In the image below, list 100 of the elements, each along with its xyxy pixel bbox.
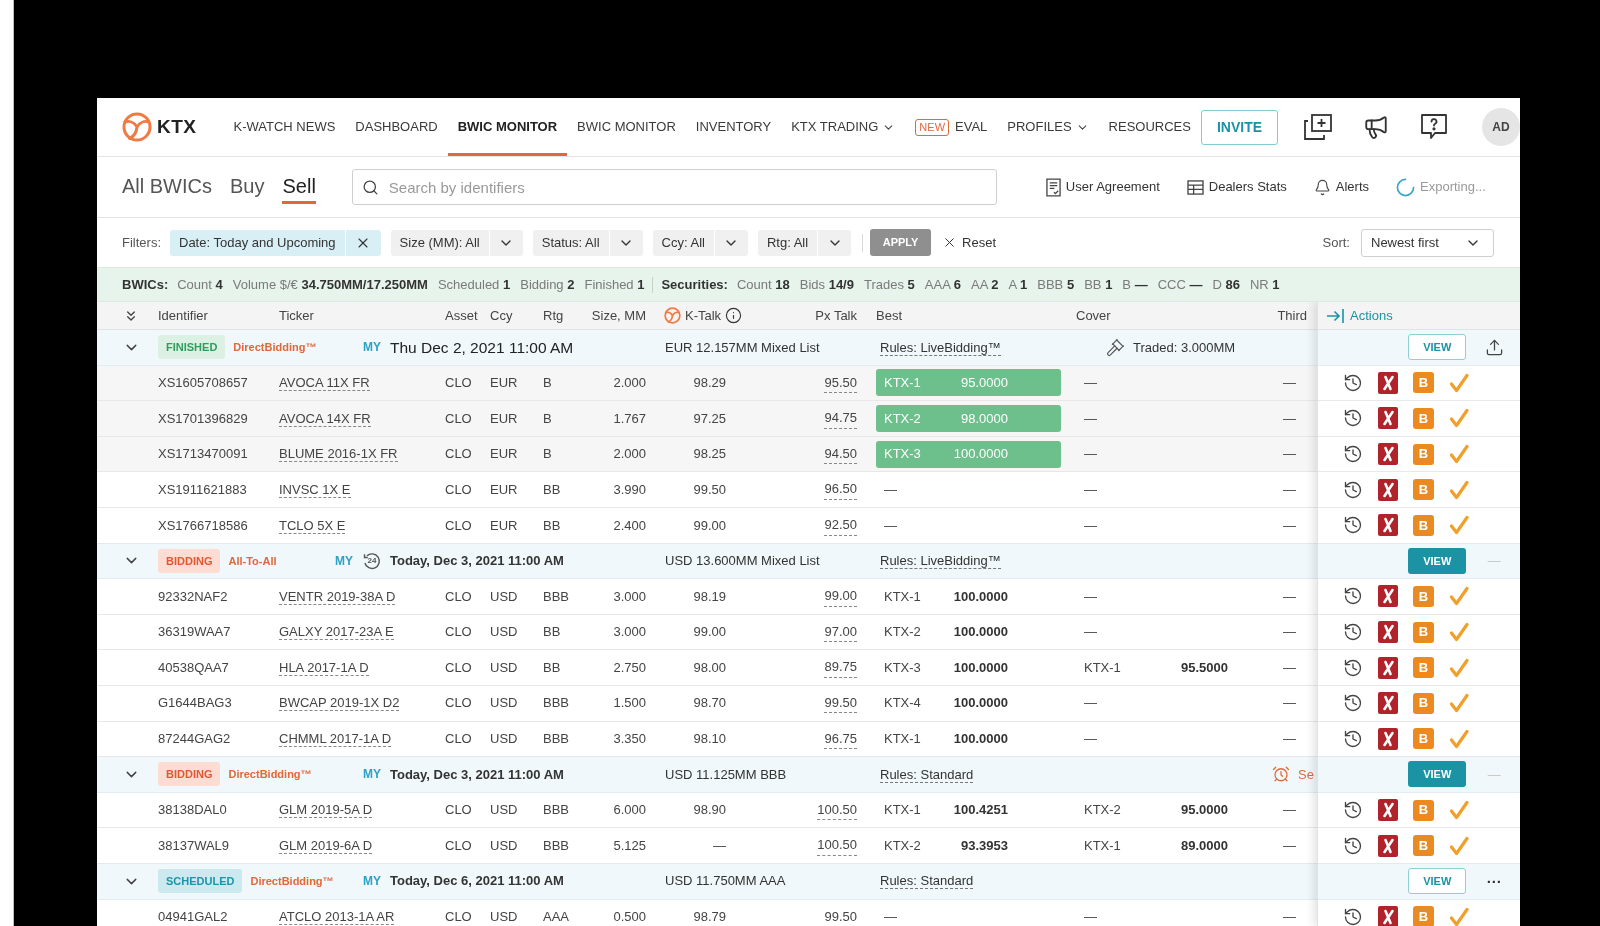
history-icon[interactable]: [1343, 906, 1363, 926]
view-tab[interactable]: All BWICs: [122, 170, 212, 204]
view-tab[interactable]: Sell: [282, 170, 316, 204]
checkmark-icon[interactable]: [1449, 408, 1469, 429]
nav-link[interactable]: K-WATCH NEWS: [223, 98, 346, 156]
search-field[interactable]: Search by identifiers: [351, 169, 997, 205]
history-icon[interactable]: [1343, 372, 1363, 393]
checkmark-icon[interactable]: [1449, 622, 1469, 643]
ticker-link[interactable]: BWCAP 2019-1X D2: [279, 695, 400, 712]
invite-button[interactable]: INVITE: [1200, 109, 1278, 145]
cross-tile-icon[interactable]: [1378, 478, 1398, 501]
nav-link[interactable]: KTX TRADING: [781, 98, 906, 156]
toolbar-link[interactable]: Alerts: [1313, 177, 1370, 197]
checkmark-icon[interactable]: [1449, 586, 1469, 607]
help-icon[interactable]: [1420, 114, 1447, 140]
ticker-link[interactable]: VENTR 2019-38A D: [279, 588, 396, 605]
checkmark-icon[interactable]: [1449, 800, 1469, 820]
history-icon[interactable]: [1343, 622, 1363, 643]
nav-link[interactable]: INVENTORY: [685, 98, 782, 156]
checkmark-icon[interactable]: [1449, 906, 1469, 926]
px-talk-link[interactable]: 92.50: [824, 515, 857, 536]
nav-link[interactable]: PROFILES: [997, 98, 1099, 156]
checkmark-icon[interactable]: [1449, 479, 1469, 500]
ticker-link[interactable]: AVOCA 14X FR: [279, 410, 371, 427]
cross-tile-icon[interactable]: [1378, 585, 1398, 608]
checkmark-icon[interactable]: [1449, 515, 1469, 536]
cross-tile-icon[interactable]: [1378, 692, 1398, 715]
cross-tile-icon[interactable]: [1378, 727, 1398, 750]
view-button[interactable]: VIEW: [1408, 334, 1467, 361]
px-talk-link[interactable]: 94.50: [824, 443, 857, 465]
px-talk-link[interactable]: 100.50: [817, 835, 857, 856]
filter-chip[interactable]: Status: All: [532, 229, 643, 256]
checkmark-icon[interactable]: [1449, 372, 1469, 393]
checkmark-icon[interactable]: [1449, 657, 1469, 678]
nav-link[interactable]: NEW EVAL: [905, 98, 998, 156]
ticker-link[interactable]: HLA 2017-1A D: [279, 659, 369, 676]
ticker-link[interactable]: TCLO 5X E: [279, 517, 346, 534]
ticker-link[interactable]: GLM 2019-5A D: [279, 802, 373, 819]
history-icon[interactable]: [1343, 800, 1363, 820]
info-icon[interactable]: [725, 307, 743, 324]
cross-tile-icon[interactable]: [1378, 407, 1398, 430]
toolbar-link[interactable]: Dealers Stats: [1186, 177, 1287, 197]
filter-chip[interactable]: Size (MM): All: [390, 229, 523, 256]
px-talk-link[interactable]: 96.50: [824, 479, 857, 500]
ticker-link[interactable]: GALXY 2017-23A E: [279, 624, 394, 641]
history-icon[interactable]: [1343, 408, 1363, 429]
rules-link[interactable]: Rules: Standard: [880, 766, 974, 783]
px-talk-link[interactable]: 97.00: [824, 621, 857, 643]
history-icon[interactable]: [1343, 586, 1363, 607]
toolbar-link[interactable]: User Agreement: [1045, 177, 1160, 197]
megaphone-icon[interactable]: [1362, 114, 1389, 140]
cross-tile-icon[interactable]: [1378, 656, 1398, 679]
view-button[interactable]: VIEW: [1408, 761, 1467, 788]
px-talk-link[interactable]: 99.50: [824, 693, 857, 714]
nav-link[interactable]: BWIC MONITOR: [567, 98, 686, 156]
px-talk-link[interactable]: 95.50: [824, 372, 857, 394]
upload-icon[interactable]: [1484, 337, 1504, 357]
history-icon[interactable]: [1343, 835, 1363, 856]
cross-tile-icon[interactable]: [1378, 371, 1398, 394]
cross-tile-icon[interactable]: [1378, 834, 1398, 857]
history-icon[interactable]: [1343, 479, 1363, 500]
px-talk-link[interactable]: 99.50: [824, 906, 857, 926]
px-talk-link[interactable]: 94.75: [824, 408, 857, 429]
cross-tile-icon[interactable]: [1378, 514, 1398, 537]
ticker-link[interactable]: INVSC 1X E: [279, 481, 351, 498]
px-talk-link[interactable]: 89.75: [824, 657, 857, 678]
filter-chip[interactable]: Date: Today and Upcoming: [170, 229, 381, 256]
ticker-link[interactable]: AVOCA 11X FR: [279, 375, 370, 392]
ticker-link[interactable]: CHMML 2017-1A D: [279, 731, 392, 748]
cross-tile-icon[interactable]: [1378, 799, 1398, 821]
history-icon[interactable]: [1343, 657, 1363, 678]
history-icon[interactable]: [1343, 693, 1363, 714]
sort-select[interactable]: Newest first: [1361, 228, 1494, 257]
rules-link[interactable]: Rules: LiveBidding™: [880, 553, 1001, 570]
view-tab[interactable]: Buy: [230, 170, 265, 204]
nav-link[interactable]: BWIC MONITOR: [447, 98, 568, 156]
ticker-link[interactable]: GLM 2019-6A D: [279, 837, 373, 854]
cross-tile-icon[interactable]: [1378, 905, 1398, 926]
more-button[interactable]: ···: [1486, 873, 1502, 889]
history-icon[interactable]: [1343, 728, 1363, 749]
checkmark-icon[interactable]: [1449, 444, 1469, 465]
rules-link[interactable]: Rules: LiveBidding™: [880, 339, 1001, 356]
filter-chip[interactable]: Rtg: All: [757, 229, 852, 256]
px-talk-link[interactable]: 100.50: [817, 799, 857, 821]
px-talk-link[interactable]: 99.00: [824, 586, 857, 607]
history-icon[interactable]: [1343, 444, 1363, 465]
reset-button[interactable]: Reset: [942, 232, 997, 253]
view-button[interactable]: VIEW: [1408, 868, 1467, 895]
filter-chip[interactable]: Ccy: All: [652, 229, 748, 256]
rules-link[interactable]: Rules: Standard: [880, 873, 974, 890]
ticker-link[interactable]: BLUME 2016-1X FR: [279, 446, 398, 463]
nav-link[interactable]: DASHBOARD: [345, 98, 448, 156]
checkmark-icon[interactable]: [1449, 835, 1469, 856]
checkmark-icon[interactable]: [1449, 693, 1469, 714]
px-talk-link[interactable]: 96.75: [824, 728, 857, 750]
cross-tile-icon[interactable]: [1378, 443, 1398, 466]
add-window-icon[interactable]: [1303, 114, 1332, 140]
ticker-link[interactable]: ATCLO 2013-1A AR: [279, 909, 395, 926]
history-icon[interactable]: [1343, 515, 1363, 536]
cross-tile-icon[interactable]: [1378, 621, 1398, 644]
